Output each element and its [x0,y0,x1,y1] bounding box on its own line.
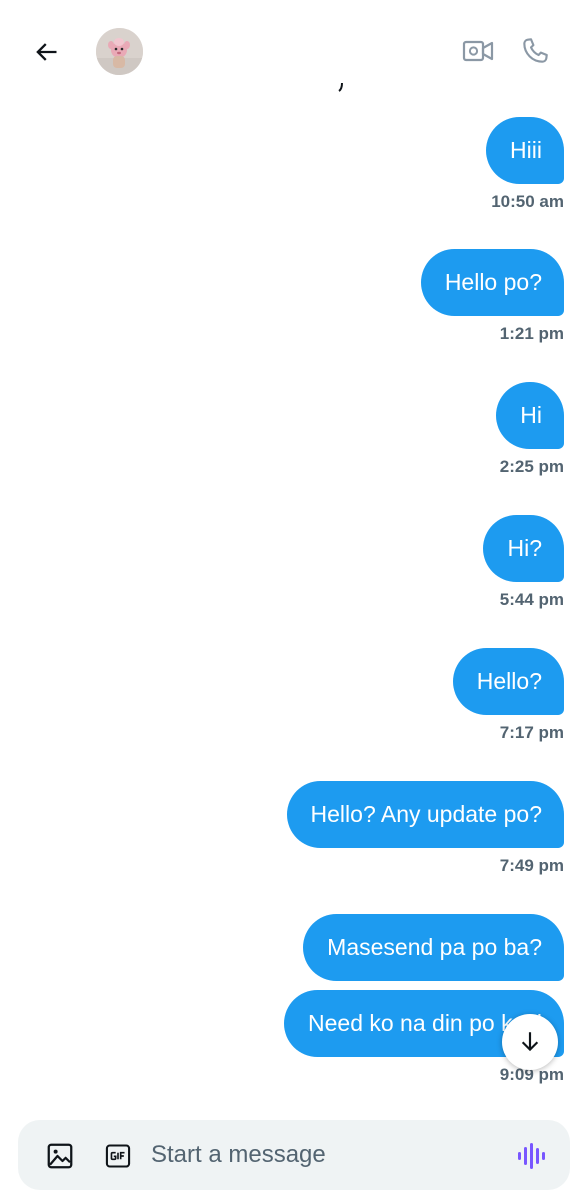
message-bubble[interactable]: Masesend pa po ba? [303,914,564,981]
message-bubble[interactable]: Hello? [452,648,564,715]
video-call-button[interactable] [462,36,494,66]
message-composer [18,1120,570,1190]
voice-wave-icon [518,1143,545,1169]
message-item: Hi? 5:44 pm [483,515,564,610]
message-item: Masesend pa po ba? [303,914,564,981]
message-timestamp: 1:21 pm [499,324,564,343]
message-item: Hi 2:25 pm [496,382,564,477]
conversation-header [0,0,587,100]
message-timestamp: 7:17 pm [499,723,564,742]
partial-header-glyph [336,82,348,94]
message-item: Hiii 10:50 am [486,117,564,212]
add-gif-button[interactable] [104,1142,132,1170]
message-thread[interactable]: Hiii 10:50 am Hello po? 1:21 pm Hi 2:25 … [0,100,587,1110]
message-timestamp: 2:25 pm [499,457,564,476]
arrow-down-icon [521,1032,539,1052]
message-timestamp: 5:44 pm [499,590,564,609]
message-item: Hello? Any update po? 7:49 pm [286,781,564,876]
message-bubble[interactable]: Hi [496,382,564,449]
message-bubble[interactable]: Hi? [483,515,564,582]
voice-call-button[interactable] [519,35,551,67]
message-input[interactable] [151,1134,491,1176]
add-image-button[interactable] [45,1141,75,1171]
message-bubble[interactable]: Hiii [486,117,564,184]
image-icon [47,1143,73,1169]
message-bubble[interactable]: Hello? Any update po? [286,781,564,848]
back-button[interactable] [30,36,62,68]
avatar[interactable] [96,28,143,75]
video-camera-icon [462,40,494,62]
message-item: Hello po? 1:21 pm [420,249,564,344]
scroll-to-bottom-button[interactable] [502,1014,558,1070]
voice-message-button[interactable] [515,1141,549,1171]
message-bubble[interactable]: Hello po? [420,249,564,316]
message-timestamp: 7:49 pm [499,856,564,875]
gif-icon [105,1144,131,1168]
arrow-left-icon [36,43,57,61]
avatar-image [96,28,143,75]
phone-icon [523,38,548,63]
message-item: Hello? 7:17 pm [452,648,564,743]
message-timestamp: 10:50 am [491,192,564,211]
